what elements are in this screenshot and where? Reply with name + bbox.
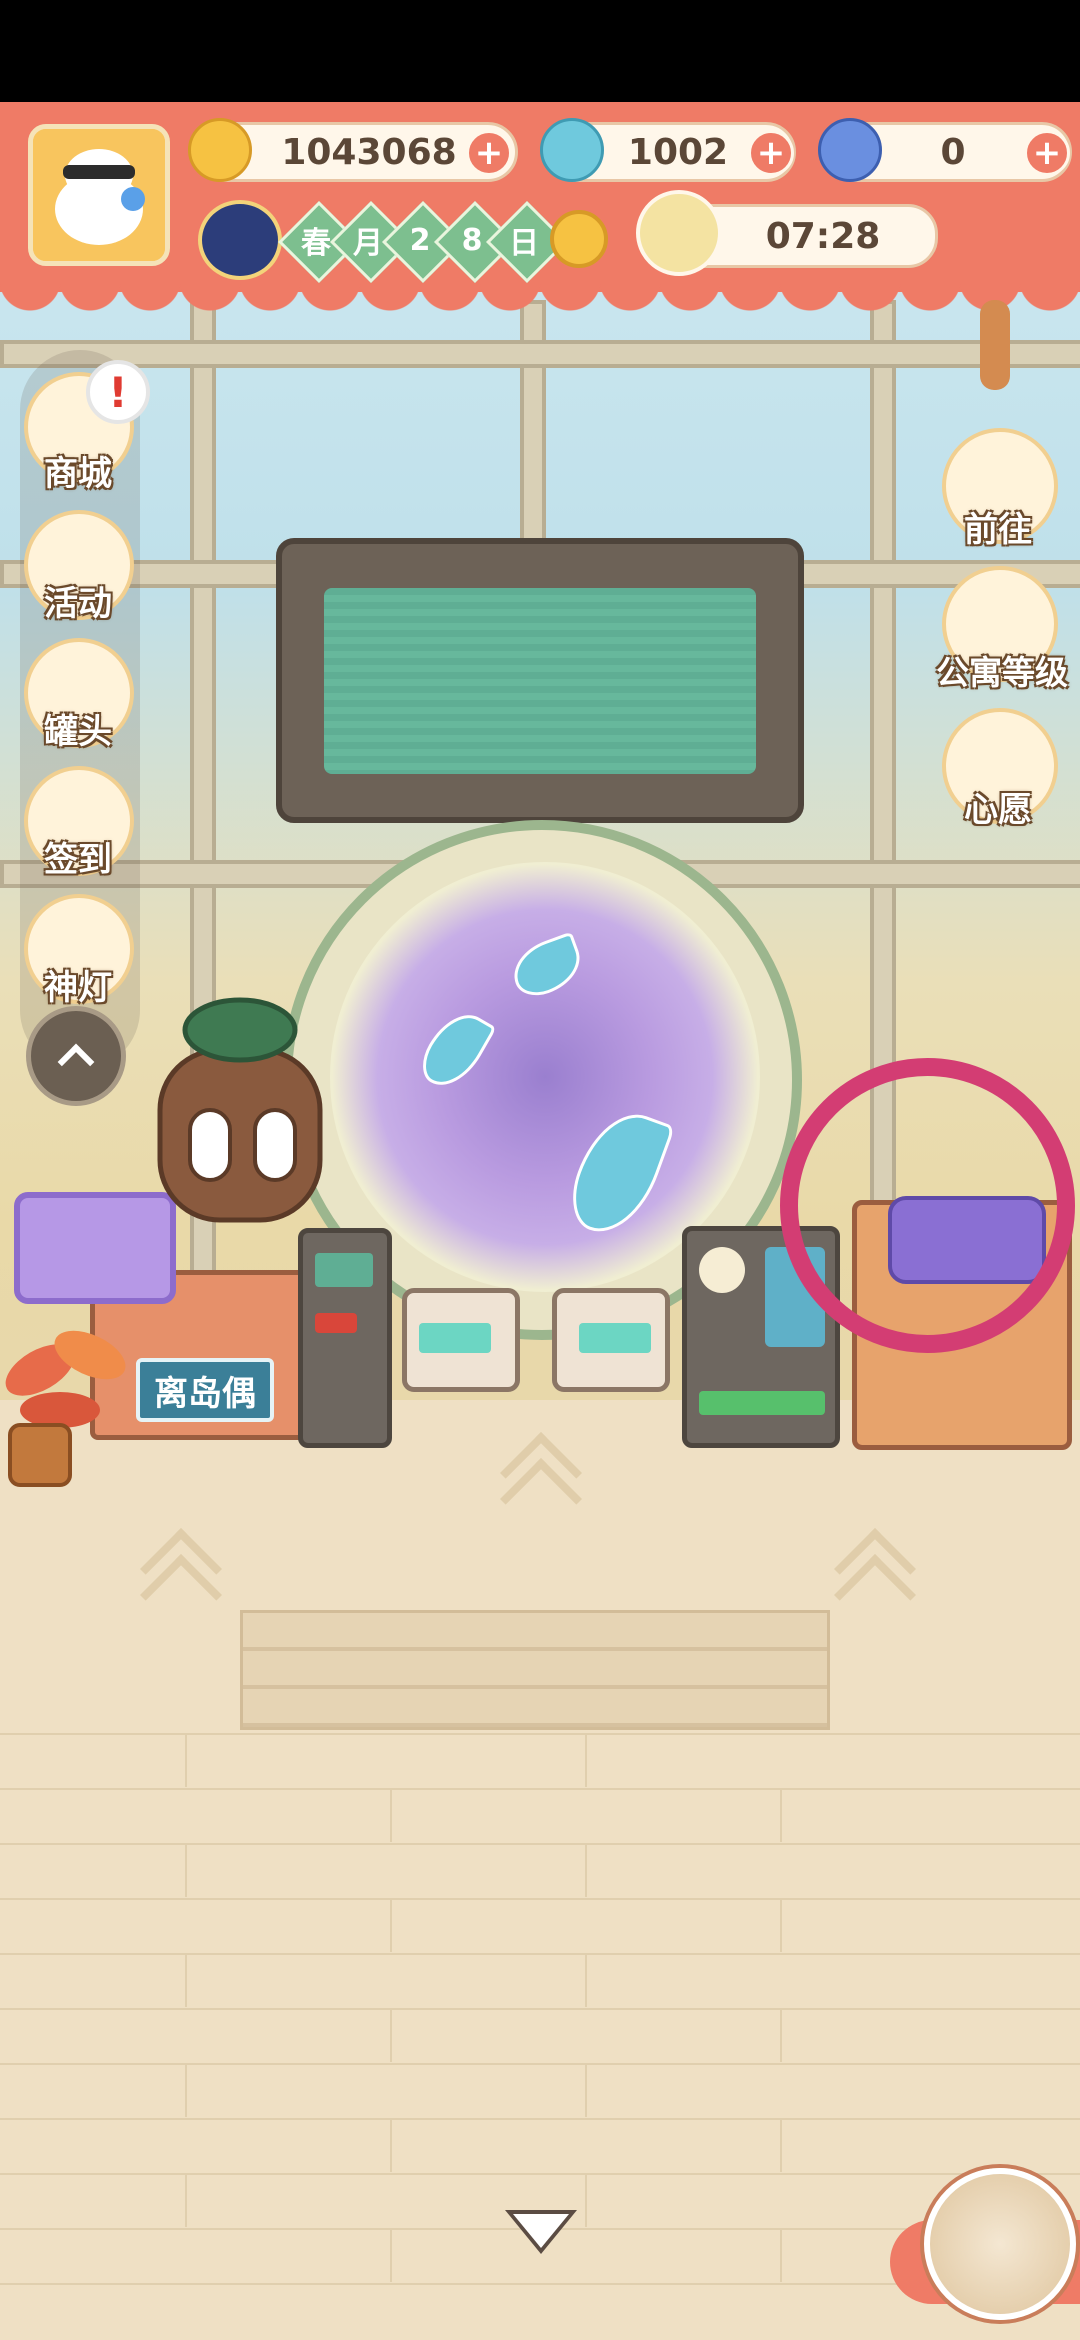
moon-clock-icon[interactable]	[198, 200, 282, 280]
floor-line	[0, 1953, 1080, 1955]
collapse-menu-button[interactable]	[26, 1006, 126, 1106]
clock-value: 07:28	[765, 215, 881, 257]
blue-banana-icon	[818, 118, 882, 182]
counter-sign: 离岛偶	[136, 1358, 274, 1422]
left-gate	[402, 1288, 520, 1392]
floor-joint	[780, 2120, 782, 2172]
right-gate	[552, 1288, 670, 1392]
events-label: 活动	[44, 584, 112, 624]
highlight-ring	[780, 1058, 1075, 1353]
floor-joint	[585, 1845, 587, 1897]
floor-joint	[390, 1790, 392, 1842]
floor-line	[0, 2063, 1080, 2065]
blue-banana-value: 0	[940, 131, 966, 173]
date-char: 2	[409, 222, 431, 258]
floor-joint	[780, 2230, 782, 2282]
floor-joint	[390, 2120, 392, 2172]
portal-monitor[interactable]	[276, 538, 804, 823]
monitor-screen	[324, 588, 756, 774]
add-fire-button[interactable]: +	[748, 130, 794, 176]
yarn-ball-button[interactable]	[924, 2168, 1076, 2320]
date-char: 日	[509, 226, 539, 261]
game-screen: 离岛偶 1043068 + 1002 + 0 + 春 月 2 8 日 07:28…	[0, 0, 1080, 2340]
date-char: 8	[461, 222, 483, 258]
floor-joint	[185, 2065, 187, 2117]
floor-joint	[185, 1845, 187, 1897]
chevron-up-icon	[833, 1527, 917, 1637]
floor-line	[0, 1898, 1080, 1900]
floor-joint	[585, 2175, 587, 2227]
chevron-up-icon	[57, 1043, 95, 1081]
goto-label: 前往	[964, 510, 1032, 550]
apartment-level-label: 公寓等级	[936, 653, 1068, 692]
left-console	[298, 1228, 392, 1448]
add-banana-button[interactable]: +	[466, 130, 512, 176]
floor-joint	[780, 1790, 782, 1842]
season-label: 春	[301, 226, 331, 261]
floor-joint	[390, 2230, 392, 2282]
floor-joint	[185, 2175, 187, 2227]
banana-icon	[188, 118, 252, 182]
floor-line	[0, 2008, 1080, 2010]
floor-joint	[585, 2065, 587, 2117]
sunny-weather-icon[interactable]	[550, 210, 608, 268]
player-avatar[interactable]	[28, 124, 170, 266]
hud-scallop	[0, 280, 1080, 320]
wish-label: 心愿	[964, 790, 1032, 830]
alert-badge: !	[86, 360, 150, 424]
floor-line	[0, 2118, 1080, 2120]
lamp-label: 神灯	[44, 968, 112, 1008]
status-bar	[0, 0, 1080, 102]
cow-clock-icon	[636, 190, 722, 276]
floor-joint	[185, 1735, 187, 1787]
mammoth-npc[interactable]	[130, 990, 350, 1240]
floor-joint	[780, 2010, 782, 2062]
floor-line	[0, 1733, 1080, 1735]
fire-value: 1002	[627, 131, 729, 173]
floor-joint	[390, 1900, 392, 1952]
floor-line	[0, 1788, 1080, 1790]
banana-value: 1043068	[281, 131, 457, 173]
window-frame-top	[0, 340, 1080, 368]
scroll-down-arrow-fill	[513, 2214, 569, 2248]
add-blue-banana-button[interactable]: +	[1024, 130, 1070, 176]
cans-label: 罐头	[44, 712, 112, 752]
floor-joint	[185, 1955, 187, 2007]
floor-joint	[585, 1955, 587, 2007]
checkin-label: 签到	[44, 840, 112, 880]
floor-line	[0, 1843, 1080, 1845]
floor-joint	[585, 1735, 587, 1787]
rope-icon	[980, 300, 1010, 390]
blue-flame-icon	[540, 118, 604, 182]
cat-avatar-icon	[33, 129, 165, 261]
date-char: 月	[353, 226, 383, 261]
entry-steps	[240, 1610, 830, 1730]
floor-joint	[390, 2010, 392, 2062]
shop-label: 商城	[44, 454, 112, 494]
chevron-up-icon	[139, 1527, 223, 1637]
floor-line	[0, 2173, 1080, 2175]
potted-plant	[5, 1330, 126, 1487]
chevron-up-icon	[499, 1431, 583, 1541]
floor-joint	[780, 1900, 782, 1952]
